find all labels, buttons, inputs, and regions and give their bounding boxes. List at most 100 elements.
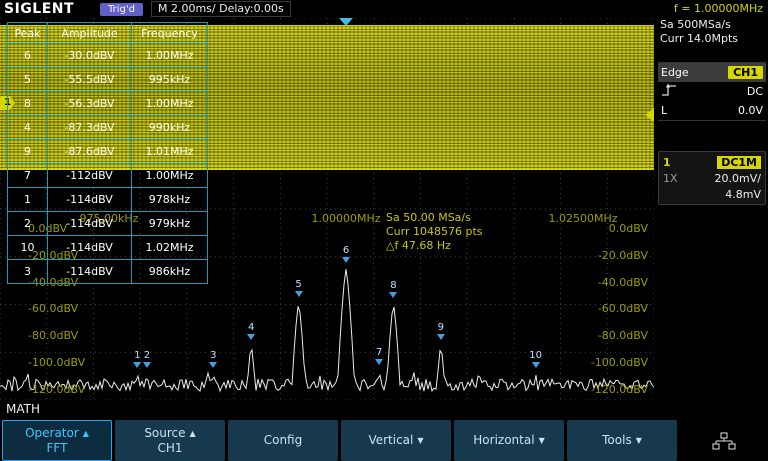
amplitude-cell: -87.3dBV xyxy=(48,116,132,140)
frequency-cell: 990kHz xyxy=(132,116,208,140)
db-scale-label: -60.0dBV xyxy=(598,302,648,315)
peak-triangle-icon xyxy=(209,362,217,368)
peak-cell: 1 xyxy=(8,188,48,212)
frequency-cell: 1.00MHz xyxy=(132,44,208,68)
source-button[interactable]: Source ▲ CH1 xyxy=(115,420,225,461)
volts-per-div: 20.0mV/ xyxy=(715,172,761,185)
horizontal-label: Horizontal xyxy=(473,434,534,447)
amplitude-cell: -114dBV xyxy=(48,260,132,284)
peak-marker-3: 3 xyxy=(206,351,220,368)
amplitude-cell: -56.3dBV xyxy=(48,92,132,116)
db-scale-label: -20.0dBV xyxy=(598,249,648,262)
table-row: 10-114dBV1.02MHz xyxy=(8,236,208,260)
peak-table-header: Peak Amplitude Frequency xyxy=(8,23,208,44)
frequency-cell: 986kHz xyxy=(132,260,208,284)
peak-cell: 3 xyxy=(8,260,48,284)
waveform-display: 1 Sa 50.00 MSa/s Curr 1048576 pts △f 47.… xyxy=(0,18,654,400)
operator-value: FFT xyxy=(47,442,68,455)
amplitude-cell: -30.0dBV xyxy=(48,44,132,68)
horizontal-button[interactable]: Horizontal ▼ xyxy=(454,420,564,461)
frequency-cell: 1.01MHz xyxy=(132,140,208,164)
peak-cell: 6 xyxy=(8,44,48,68)
sample-rate-readout: Sa 500MSa/s xyxy=(660,18,766,32)
peak-marker-9: 9 xyxy=(434,323,448,340)
trigger-position-icon[interactable] xyxy=(339,18,353,26)
source-label: Source xyxy=(144,427,185,440)
frequency-cell: 979kHz xyxy=(132,212,208,236)
db-scale-label: -40.0dBV xyxy=(598,276,648,289)
trigger-level-label: L xyxy=(661,104,667,117)
frequency-cell: 995kHz xyxy=(132,68,208,92)
fft-delta-f: △f 47.68 Hz xyxy=(386,239,483,253)
peak-triangle-icon xyxy=(342,257,350,263)
down-arrow-icon: ▼ xyxy=(417,434,423,447)
freq-axis-label-center: 1.00000MHz xyxy=(311,212,380,225)
db-scale-label: -120.0dBV xyxy=(28,383,85,396)
peak-cell: 8 xyxy=(8,92,48,116)
down-arrow-icon: ▼ xyxy=(539,434,545,447)
peak-triangle-icon xyxy=(389,292,397,298)
channel1-info-box: 1 DC1M 1X 20.0mV/ 4.8mV xyxy=(658,151,766,205)
peak-marker-7: 7 xyxy=(372,348,386,365)
frequency-cell: 978kHz xyxy=(132,188,208,212)
peak-cell: 5 xyxy=(8,68,48,92)
frequency-cell: 1.00MHz xyxy=(132,164,208,188)
trigger-info-box: Edge CH1 DC L 0.0V xyxy=(658,62,766,121)
timebase-readout: M 2.00ms/ Delay:0.00s xyxy=(151,1,291,17)
utility-area xyxy=(680,420,768,461)
vertical-button[interactable]: Vertical▼ xyxy=(341,420,451,461)
peak-triangle-icon xyxy=(375,359,383,365)
frequency-counter: f = 1.00000MHz xyxy=(674,2,763,15)
trigger-status-badge: Trig'd xyxy=(100,3,143,16)
peak-triangle-icon xyxy=(143,362,151,368)
softkey-menu-bar: Operator ▲ FFT Source ▲ CH1 Config Vertica… xyxy=(0,420,768,461)
col-header-amplitude: Amplitude xyxy=(48,23,132,44)
operator-button[interactable]: Operator ▲ FFT xyxy=(2,420,112,461)
db-scale-label: -100.0dBV xyxy=(591,356,648,369)
config-label: Config xyxy=(264,434,303,447)
peak-table: Peak Amplitude Frequency 6-30.0dBV1.00MH… xyxy=(7,22,208,284)
peak-triangle-icon xyxy=(295,291,303,297)
fft-trace xyxy=(0,269,654,391)
operator-label: Operator xyxy=(25,427,79,440)
trigger-mode-label: Edge xyxy=(661,66,689,79)
up-arrow-icon: ▲ xyxy=(190,427,196,440)
amplitude-cell: -114dBV xyxy=(48,236,132,260)
table-row: 1-114dBV978kHz xyxy=(8,188,208,212)
right-info-panel: Sa 500MSa/s Curr 14.0Mpts Edge CH1 DC L … xyxy=(658,18,766,205)
table-row: 9-87.6dBV1.01MHz xyxy=(8,140,208,164)
peak-marker-5: 5 xyxy=(292,280,306,297)
up-arrow-icon: ▲ xyxy=(83,427,89,440)
channel-number: 1 xyxy=(663,156,671,169)
peak-triangle-icon xyxy=(247,334,255,340)
db-scale-label: -60.0dBV xyxy=(28,302,78,315)
peak-marker-6: 6 xyxy=(339,246,353,263)
fft-sample-rate: Sa 50.00 MSa/s xyxy=(386,211,483,225)
peak-cell: 2 xyxy=(8,212,48,236)
channel-offset: 4.8mV xyxy=(725,188,761,201)
freq-axis-label-right: 1.02500MHz xyxy=(548,212,617,225)
config-button[interactable]: Config xyxy=(228,420,338,461)
amplitude-cell: -87.6dBV xyxy=(48,140,132,164)
trigger-level-value: 0.0V xyxy=(738,104,763,117)
peak-cell: 4 xyxy=(8,116,48,140)
source-value: CH1 xyxy=(157,442,182,455)
frequency-cell: 1.00MHz xyxy=(132,92,208,116)
trigger-source-badge: CH1 xyxy=(728,66,763,79)
amplitude-cell: -114dBV xyxy=(48,212,132,236)
fft-points: Curr 1048576 pts xyxy=(386,225,483,239)
channel-coupling-badge: DC1M xyxy=(717,156,761,169)
fft-info-block: Sa 50.00 MSa/s Curr 1048576 pts △f 47.68… xyxy=(386,211,483,253)
peak-cell: 9 xyxy=(8,140,48,164)
table-row: 8-56.3dBV1.00MHz xyxy=(8,92,208,116)
table-row: 6-30.0dBV1.00MHz xyxy=(8,44,208,68)
probe-attenuation: 1X xyxy=(663,172,678,185)
db-scale-label: -80.0dBV xyxy=(28,329,78,342)
math-mode-label: MATH xyxy=(6,402,40,416)
trigger-coupling: DC xyxy=(747,85,763,98)
tools-button[interactable]: Tools▼ xyxy=(567,420,677,461)
peak-cell: 10 xyxy=(8,236,48,260)
peak-marker-4: 4 xyxy=(244,323,258,340)
peak-cell: 7 xyxy=(8,164,48,188)
top-status-bar: SIGLENT Trig'd M 2.00ms/ Delay:0.00s f =… xyxy=(0,0,768,18)
